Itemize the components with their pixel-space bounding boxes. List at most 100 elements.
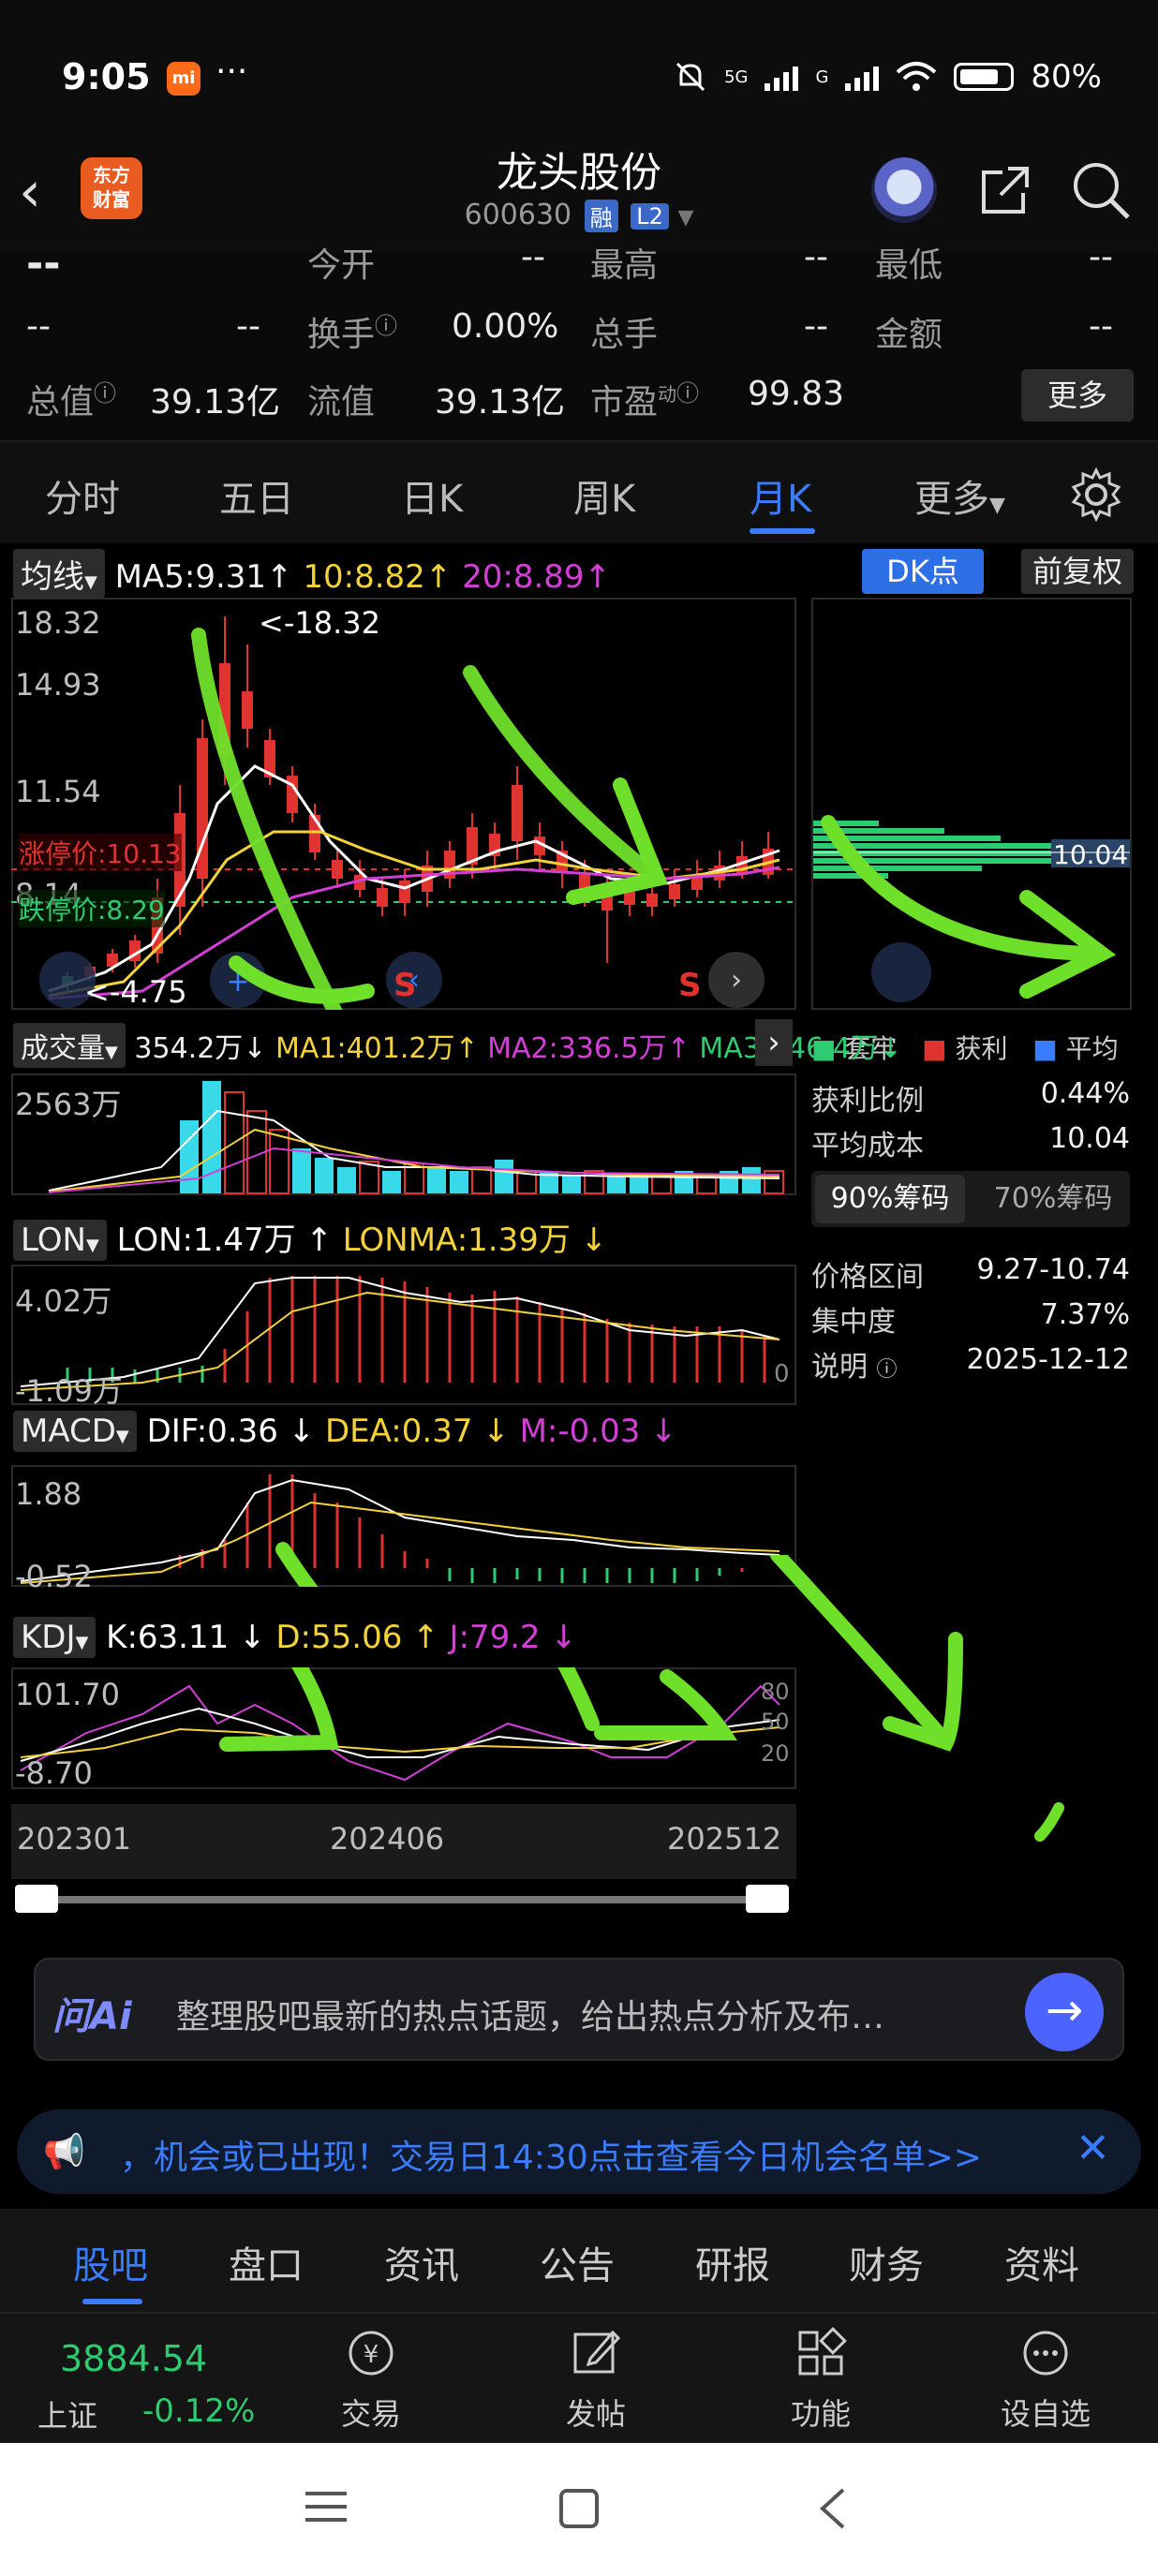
max-price-label: <-18.32 [259,605,380,641]
macd-dif: DIF:0.36 ↓ [146,1413,316,1450]
pe-sup: 动 [658,383,677,406]
trade-icon: ¥ [349,2331,393,2376]
adjust-button[interactable]: 前复权 [1021,549,1134,594]
bottom-content-tabs: 股吧 盘口 资讯 公告 研报 财务 资料 [0,2209,1158,2312]
tab-news[interactable]: 资讯 [384,2235,459,2289]
ai-robot-icon[interactable] [871,157,937,223]
gear-icon[interactable] [1068,466,1124,523]
trade-button[interactable]: ¥ 交易 [305,2325,437,2434]
add-watchlist-button[interactable]: 设自选 [980,2325,1111,2434]
tab-underline [82,2299,142,2304]
macd-chart[interactable] [11,1465,796,1587]
kdj-legend: KDJ▼ K:63.11 ↓ D:55.06 ↑ J:79.2 ↓ [13,1617,577,1658]
kdj-y-bottom: -8.70 [15,1755,93,1791]
range-slider-left-handle[interactable] [15,1885,58,1913]
volume-dropdown[interactable]: 成交量▼ [13,1023,126,1068]
stock-header: ‹ 东方 财富 龙头股份 600630 融 L2 ▼ [0,131,1158,253]
profit-ratio-row: 获利比例 0.44% [811,1077,1130,1118]
kdj-chart[interactable] [11,1667,796,1789]
info-icon[interactable]: ⓘ [877,1358,898,1382]
bottom-toolbar: 3884.54 上证 -0.12% ¥ 交易 发帖 功能 设自选 [0,2312,1158,2443]
ma-legend: 均线▼ MA5:9.31↑ 10:8.82↑ 20:8.89↑ [13,549,611,599]
opportunity-notice[interactable]: 📢 ，机会或已出现！交易日14:30点击查看今日机会名单>> ✕ [17,2110,1141,2194]
macd-dropdown[interactable]: MACD▼ [13,1411,137,1452]
ai-prompt-text[interactable]: 整理股吧最新的热点话题，给出热点分析及布… [176,1990,972,2038]
tab-daily-k[interactable]: 日K [401,468,463,523]
amount-label: 金额 [875,316,943,354]
post-button[interactable]: 发帖 [530,2325,661,2434]
margin-tag: 融 [584,200,618,232]
range-slider-track[interactable] [15,1896,789,1903]
ai-ask-bar[interactable]: 问Ai 整理股吧最新的热点话题，给出热点分析及布… → [34,1958,1124,2061]
megaphone-icon: 📢 [43,2133,85,2171]
tab-monthly-k[interactable]: 月K [750,468,811,523]
tab-more[interactable]: 更多▼ [914,468,1005,523]
mktcap-value: 39.13亿 [150,383,281,422]
more-button[interactable]: 更多 [1021,369,1134,422]
tab-guba[interactable]: 股吧 [73,2235,148,2289]
tab-research[interactable]: 研报 [695,2235,770,2289]
float-value: 39.13亿 [435,383,566,422]
candlestick-chart[interactable]: + ‹ › [11,598,796,1010]
tab-five-day[interactable]: 五日 [219,468,294,523]
index-ticker[interactable]: 3884.54 上证 -0.12% [0,2314,281,2445]
ma-dropdown-label: 均线 [21,558,84,596]
range-slider-right-handle[interactable] [746,1885,789,1913]
battery-percent: 80% [1031,58,1102,96]
ma20-value: 20:8.89 [462,558,585,596]
tab-announcement[interactable]: 公告 [540,2235,615,2289]
y-axis-top: 18.32 [15,605,101,641]
kdj-dropdown[interactable]: KDJ▼ [13,1617,96,1658]
limit-down-price: 跌停价:8.29 [19,890,165,927]
mute-icon [676,62,705,92]
dk-point-button[interactable]: DK点 [862,549,984,594]
kdj-dropdown-label: KDJ [21,1619,76,1656]
close-icon[interactable]: ✕ [1076,2124,1110,2172]
profit-ratio-label: 获利比例 [811,1085,924,1118]
tab-pankou[interactable]: 盘口 [229,2235,304,2289]
ma-dropdown[interactable]: 均线▼ [13,549,105,599]
menu-icon[interactable] [305,2488,347,2525]
search-icon[interactable] [1070,159,1132,221]
arrow-right-icon[interactable]: → [1025,1973,1104,2051]
mktcap-label[interactable]: 总值ⓘ [26,375,116,423]
net-g-label: G [815,67,829,87]
home-icon[interactable] [558,2488,600,2529]
macd-dropdown-label: MACD [21,1413,116,1450]
legend-avg: 平均 [1065,1033,1119,1064]
tab-finance[interactable]: 财务 [849,2235,924,2289]
back-nav-icon[interactable] [815,2486,849,2531]
chip-toggle: 90%筹码 70%筹码 [811,1171,1130,1227]
share-icon[interactable] [974,161,1034,221]
macd-dea: DEA:0.37 ↓ [324,1413,510,1450]
notice-text[interactable]: ，机会或已出现！交易日14:30点击查看今日机会名单>> [120,2130,982,2179]
pe-label[interactable]: 市盈动ⓘ [590,375,699,423]
kdj-d: D:55.06 ↑ [275,1619,439,1656]
chip-90-button[interactable]: 90%筹码 [815,1175,965,1223]
chevron-down-icon: ▼ [85,1236,99,1255]
volume-chart[interactable] [11,1073,796,1195]
index-value: 3884.54 [60,2338,208,2379]
amount-value: -- [1089,307,1113,346]
svg-text:¥: ¥ [364,2341,379,2369]
function-button[interactable]: 功能 [755,2325,886,2434]
chevron-down-icon: ▼ [75,1633,89,1652]
lon-legend: LON▼ LON:1.47万 ↑ LONMA:1.39万 ↓ [13,1214,607,1261]
price-range-label: 价格区间 [811,1261,924,1294]
turnover-label[interactable]: 换手ⓘ [307,307,397,356]
period-tabs: 分时 五日 日K 周K 月K 更多▼ [0,440,1158,543]
tab-profile[interactable]: 资料 [1004,2235,1079,2289]
tab-weekly-k[interactable]: 周K [573,468,635,523]
chip-70-button[interactable]: 70%筹码 [980,1175,1126,1223]
post-label: 发帖 [565,2396,626,2432]
kdj-k: K:63.11 ↓ [106,1619,266,1656]
status-icons: 5G G 80% [674,58,1102,96]
lon-dropdown[interactable]: LON▼ [13,1220,107,1261]
tab-intraday[interactable]: 分时 [45,468,120,523]
lon-chart[interactable] [11,1265,796,1405]
ma5-value: MA5:9.31 [114,558,267,596]
chevron-right-icon[interactable]: › [755,1019,793,1066]
lon-value: LON:1.47万 ↑ [116,1221,333,1259]
avg-cost-value: 10.04 [1049,1122,1130,1155]
chip-distribution-chart[interactable] [811,598,1132,1010]
